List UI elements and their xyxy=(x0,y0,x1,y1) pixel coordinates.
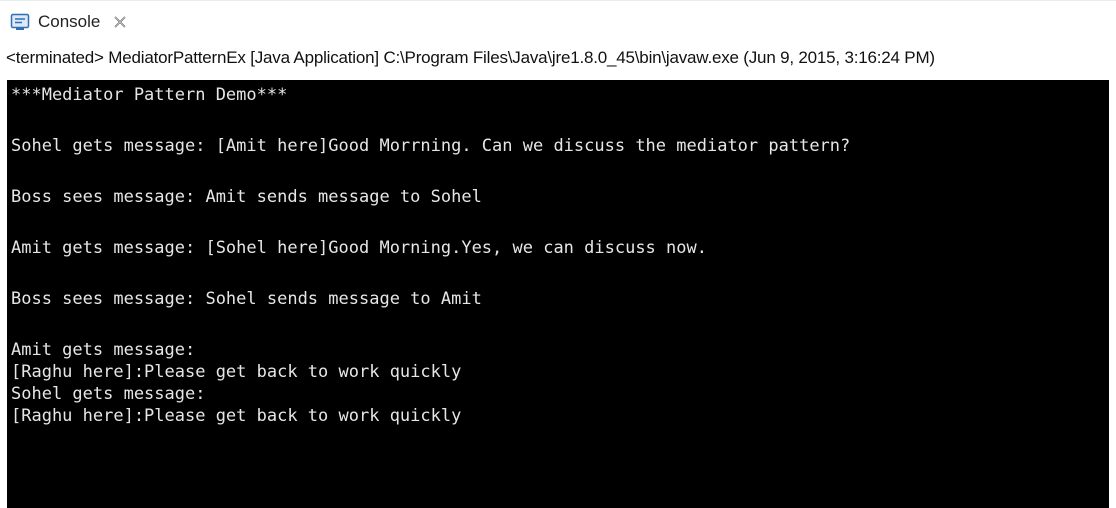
console-output-line: [Raghu here]:Please get back to work qui… xyxy=(11,406,462,426)
console-output-line: ***Mediator Pattern Demo*** xyxy=(11,85,288,105)
console-output[interactable]: ***Mediator Pattern Demo*** Sohel gets me… xyxy=(7,80,1109,508)
view-tab-bar: Console xyxy=(0,0,1116,41)
tab-console-label: Console xyxy=(38,12,101,31)
console-icon xyxy=(10,12,30,32)
launch-status-line: <terminated> MediatorPatternEx [Java App… xyxy=(6,48,935,67)
console-output-line: Boss sees message: Sohel sends message t… xyxy=(11,289,482,309)
tab-console[interactable]: Console xyxy=(10,10,128,34)
console-output-line: Sohel gets message: xyxy=(11,384,206,404)
console-output-line: Sohel gets message: [Amit here]Good Morr… xyxy=(11,136,851,156)
close-icon[interactable] xyxy=(112,14,128,30)
console-output-line: Amit gets message: [Sohel here]Good Morn… xyxy=(11,238,707,258)
console-view: Console <terminated> MediatorPatternEx [… xyxy=(0,0,1116,508)
console-output-line: Boss sees message: Amit sends message to… xyxy=(11,187,482,207)
console-output-line: Amit gets message: xyxy=(11,340,196,360)
console-output-line: [Raghu here]:Please get back to work qui… xyxy=(11,362,462,382)
